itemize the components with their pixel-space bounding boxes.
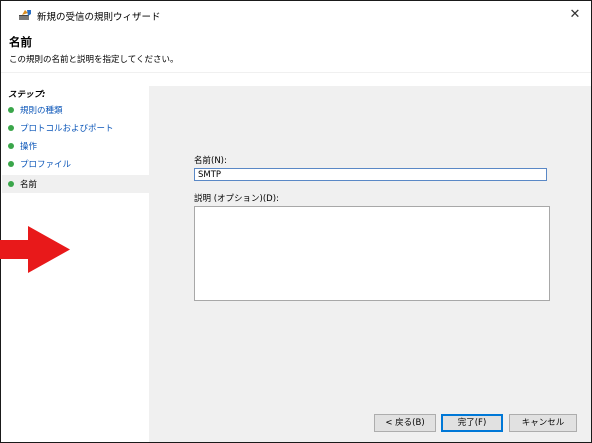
step-bullet-icon [8, 107, 14, 113]
step-protocol-ports[interactable]: プロトコルおよびポート [2, 119, 149, 137]
step-label[interactable]: 操作 [20, 140, 37, 152]
step-label: 名前 [20, 180, 38, 190]
red-arrow-icon [0, 226, 70, 273]
header-divider [1, 72, 591, 73]
step-label[interactable]: プロトコルおよびポート [20, 122, 114, 134]
step-bullet-icon [8, 161, 14, 167]
content-pane: 名前(N): 説明 (オプション)(D): < 戻る(B) 完了(F) キャンセ… [149, 86, 591, 442]
name-input[interactable] [194, 168, 547, 181]
page-title: 名前 [9, 35, 32, 49]
firewall-shield-icon [19, 9, 32, 20]
name-label: 名前(N): [194, 156, 227, 166]
step-label[interactable]: プロファイル [20, 158, 71, 170]
description-label: 説明 (オプション)(D): [194, 194, 279, 204]
step-name-current: 名前 [2, 175, 149, 193]
finish-button[interactable]: 完了(F) [441, 414, 503, 432]
step-bullet-icon [8, 181, 14, 187]
description-textarea[interactable] [194, 206, 550, 301]
steps-heading: ステップ: [8, 90, 46, 100]
step-profile[interactable]: プロファイル [2, 155, 149, 173]
step-bullet-icon [8, 125, 14, 131]
step-rule-type[interactable]: 規則の種類 [2, 101, 149, 119]
title-bar: 新規の受信の規則ウィザード ✕ [1, 1, 591, 27]
page-subtitle: この規則の名前と説明を指定してください。 [9, 55, 179, 65]
cancel-button[interactable]: キャンセル [509, 414, 577, 432]
step-bullet-icon [8, 143, 14, 149]
back-button[interactable]: < 戻る(B) [374, 414, 436, 432]
window-title: 新規の受信の規則ウィザード [37, 12, 161, 23]
step-action[interactable]: 操作 [2, 137, 149, 155]
step-label[interactable]: 規則の種類 [20, 104, 63, 116]
wizard-window: 新規の受信の規則ウィザード ✕ 名前 この規則の名前と説明を指定してください。 … [0, 0, 592, 443]
close-button[interactable]: ✕ [567, 7, 583, 23]
